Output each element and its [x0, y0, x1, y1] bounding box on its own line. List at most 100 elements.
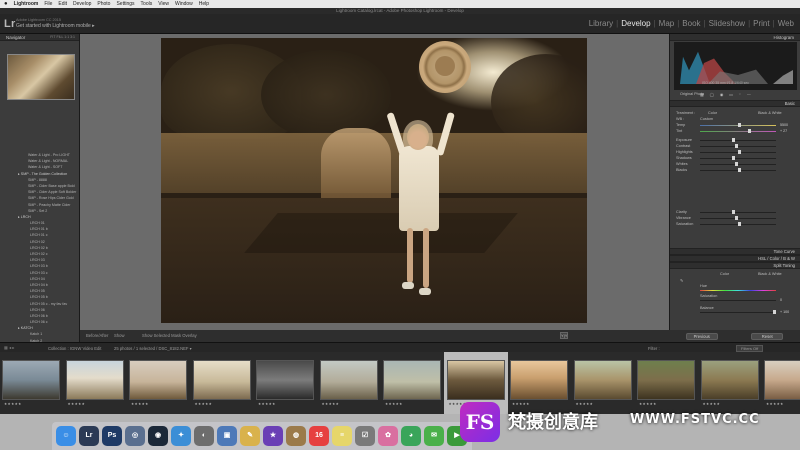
menu-settings[interactable]: Settings	[116, 1, 134, 7]
apple-menu-icon[interactable]: ●	[4, 1, 8, 7]
module-slideshow[interactable]: Slideshow	[709, 19, 745, 28]
menu-file[interactable]: File	[44, 1, 52, 7]
filmstrip-thumbnail[interactable]	[510, 360, 568, 400]
thumbnail-rating[interactable]: ★★★★★	[68, 402, 86, 406]
imovie-icon[interactable]: ★	[263, 426, 283, 446]
tint-knob[interactable]	[748, 129, 751, 133]
filter-select[interactable]: Filters Off	[736, 345, 764, 352]
adjustment-slider[interactable]	[700, 212, 776, 213]
brush-icon[interactable]: —	[747, 92, 751, 98]
split-toning-header[interactable]: Split Toning	[670, 262, 800, 269]
thumbnail-rating[interactable]: ★★★★★	[195, 402, 213, 406]
balance-slider[interactable]	[700, 312, 776, 313]
safari-icon[interactable]: ✦	[171, 426, 191, 446]
thumbnail-rating[interactable]: ★★★★★	[4, 402, 22, 406]
photos-icon[interactable]: ✿	[378, 426, 398, 446]
filmstrip-thumbnail[interactable]	[700, 360, 759, 400]
messages-icon[interactable]: ✉	[424, 426, 444, 446]
camera-icon[interactable]: ◐	[194, 426, 214, 446]
treatment-color[interactable]: Color	[708, 111, 717, 115]
module-library[interactable]: Library	[589, 19, 613, 28]
adjustment-slider[interactable]	[700, 158, 776, 159]
notes2-icon[interactable]: ≡	[332, 426, 352, 446]
grid-view-icon[interactable]: ▦ ◂ ▸	[4, 345, 15, 350]
adjustment-slider[interactable]	[700, 218, 776, 219]
crop-icon[interactable]: ▦	[700, 92, 704, 98]
filmstrip-thumbnail[interactable]	[383, 360, 441, 400]
tone-curve-header[interactable]: Tone Curve	[670, 248, 800, 255]
hsl-header[interactable]: HSL / Color / B & W	[670, 255, 800, 262]
split-bw-tab[interactable]: Black & White	[758, 272, 782, 276]
menu-edit[interactable]: Edit	[58, 1, 67, 7]
navigator-preview[interactable]	[7, 54, 75, 100]
treatment-bw[interactable]: Black & White	[758, 111, 782, 115]
filmstrip-thumbnail[interactable]	[573, 360, 632, 400]
balance-knob[interactable]	[773, 310, 776, 314]
filmstrip-thumbnail[interactable]	[446, 360, 505, 400]
adjustment-knob[interactable]	[735, 162, 738, 166]
photoshop-icon[interactable]: Ps	[102, 426, 122, 446]
develop-canvas[interactable]	[80, 34, 669, 330]
thumbnail-rating[interactable]: ★★★★★	[322, 402, 340, 406]
reminders-icon[interactable]: ☑	[355, 426, 375, 446]
balance-value[interactable]: + 100	[780, 310, 789, 314]
eyedropper-icon[interactable]: ✎	[680, 278, 683, 283]
module-print[interactable]: Print	[753, 19, 769, 28]
adjustment-slider[interactable]	[700, 140, 776, 141]
launchpad-icon[interactable]: ◎	[125, 426, 145, 446]
saturation-value[interactable]: 0	[780, 298, 782, 302]
menu-tools[interactable]: Tools	[141, 1, 153, 7]
calendar-icon[interactable]: 16	[309, 426, 329, 446]
menu-help[interactable]: Help	[199, 1, 209, 7]
notes-icon[interactable]: ✎	[240, 426, 260, 446]
wb-select[interactable]: Custom	[700, 117, 713, 121]
previous-button[interactable]: Previous	[685, 332, 718, 340]
histogram-header[interactable]: Histogram	[670, 34, 800, 41]
thumbnail-rating[interactable]: ★★★★★	[258, 402, 276, 406]
spot-removal-icon[interactable]: ◯	[710, 92, 714, 98]
tint-slider[interactable]	[700, 131, 776, 132]
show-label[interactable]: Show	[114, 333, 124, 338]
split-color-tab[interactable]: Color	[720, 272, 729, 276]
filmstrip-thumbnail[interactable]	[2, 360, 60, 400]
collection-path[interactable]: Collection : IGNW Video Edit	[48, 346, 101, 351]
temp-knob[interactable]	[738, 123, 741, 127]
thumbnail-rating[interactable]: ★★★★★	[131, 402, 149, 406]
adjustment-knob[interactable]	[732, 210, 735, 214]
filmstrip-thumbnail[interactable]	[129, 360, 187, 400]
adjustment-knob[interactable]	[738, 222, 741, 226]
show-mask-overlay-toggle[interactable]: Show Selected Mask Overlay	[142, 333, 197, 338]
adjustment-knob[interactable]	[732, 138, 735, 142]
module-map[interactable]: Map	[659, 19, 675, 28]
reset-button[interactable]: Reset	[751, 332, 784, 340]
hue-slider[interactable]	[700, 290, 776, 291]
tint-value[interactable]: + 27	[780, 129, 787, 133]
filmstrip-thumbnail[interactable]	[192, 360, 251, 400]
menu-window[interactable]: Window	[175, 1, 193, 7]
menu-photo[interactable]: Photo	[97, 1, 110, 7]
menu-view[interactable]: View	[158, 1, 169, 7]
finder-icon[interactable]: ☺	[56, 426, 76, 446]
thumbnail-rating[interactable]: ★★★★★	[385, 402, 403, 406]
navigator-zoom-options[interactable]: FIT FILL 1:1 3:1	[50, 34, 75, 41]
preview-icon[interactable]: ▣	[217, 426, 237, 446]
navigator-header[interactable]: Navigator FIT FILL 1:1 3:1	[0, 34, 79, 41]
adjustment-knob[interactable]	[732, 156, 735, 160]
filmstrip-thumbnail[interactable]	[319, 360, 378, 400]
chrome-icon[interactable]: ◕	[401, 426, 421, 446]
graduated-filter-icon[interactable]: ▭	[729, 92, 733, 98]
mobile-promo-link[interactable]: Get started with Lightroom mobile ▸	[16, 23, 95, 29]
filmstrip-thumbnail[interactable]	[764, 360, 800, 400]
menu-lightroom[interactable]: Lightroom	[14, 1, 39, 7]
histogram[interactable]: ISO 400 35 mm f/1.8 1/640 sec	[674, 42, 797, 90]
module-web[interactable]: Web	[778, 19, 794, 28]
adjustment-slider[interactable]	[700, 164, 776, 165]
menu-develop[interactable]: Develop	[73, 1, 91, 7]
radial-filter-icon[interactable]: ◌	[739, 92, 741, 98]
module-develop[interactable]: Develop	[621, 19, 650, 28]
redeye-icon[interactable]: ◉	[720, 92, 723, 98]
module-book[interactable]: Book	[682, 19, 700, 28]
filmstrip-thumbnail[interactable]	[256, 360, 314, 400]
adjustment-knob[interactable]	[735, 216, 738, 220]
steam-icon[interactable]: ◉	[148, 426, 168, 446]
